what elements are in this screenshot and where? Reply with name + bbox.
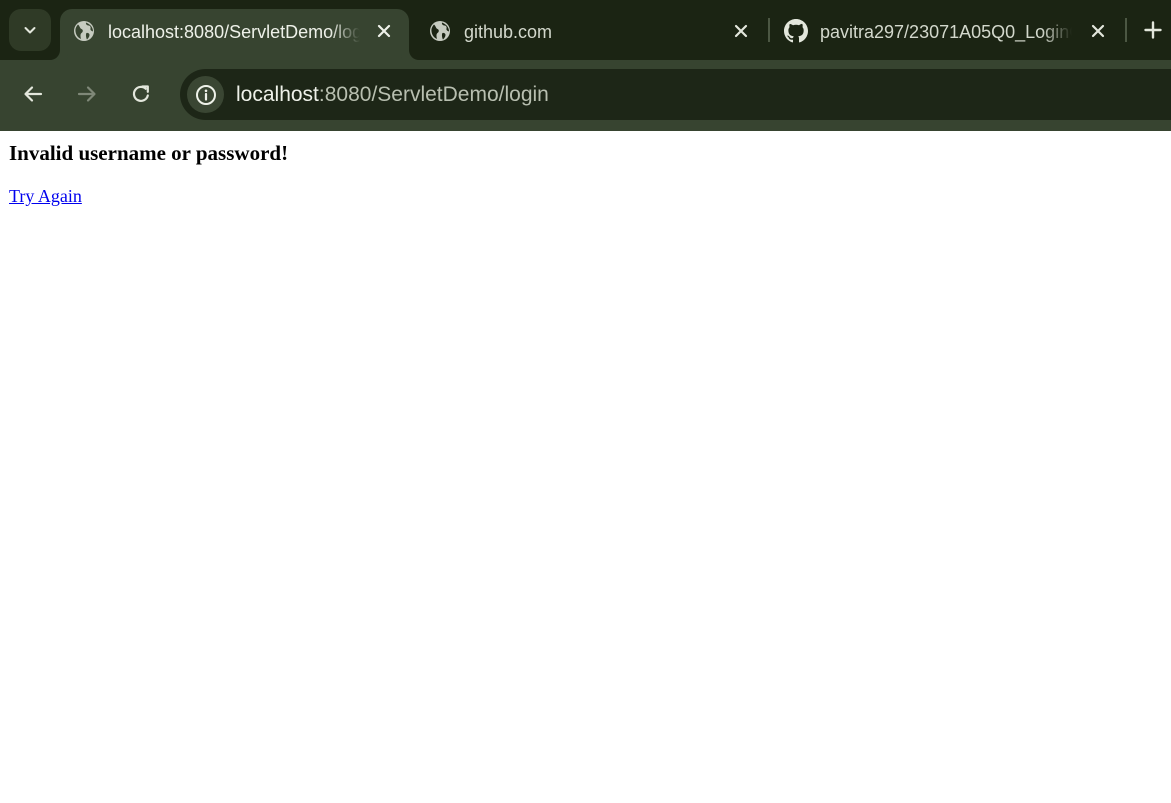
tab-title: github.com xyxy=(464,22,553,42)
address-bar[interactable]: localhost:8080/ServletDemo/login xyxy=(180,69,1171,120)
tab-search-button[interactable] xyxy=(9,9,51,51)
arrow-right-icon xyxy=(77,86,96,102)
browser-window: localhost:8080/ServletDemo/login github.… xyxy=(0,0,1171,803)
page-content: Invalid username or password! Try Again xyxy=(0,131,1171,803)
globe-icon xyxy=(430,21,450,41)
try-again-link[interactable]: Try Again xyxy=(9,184,82,208)
new-tab-button[interactable] xyxy=(1138,15,1168,45)
github-icon xyxy=(784,19,808,43)
tab-localhost-login[interactable]: localhost:8080/ServletDemo/login xyxy=(60,9,409,60)
url-text[interactable]: localhost:8080/ServletDemo/login xyxy=(236,81,549,108)
error-heading: Invalid username or password! xyxy=(9,141,289,165)
tab-separator xyxy=(768,18,770,42)
reload-button[interactable] xyxy=(123,76,159,112)
url-host: localhost xyxy=(236,83,319,106)
tab-github[interactable]: github.com xyxy=(416,9,766,60)
site-info-button[interactable] xyxy=(187,76,224,113)
tab-close-button[interactable] xyxy=(729,19,753,43)
tab-github-repo[interactable]: pavitra297/23071A05Q0_LoginController xyxy=(772,9,1120,60)
tab-close-button[interactable] xyxy=(1086,19,1110,43)
reload-icon xyxy=(132,85,149,102)
tab-title: localhost:8080/ServletDemo/login xyxy=(108,22,360,42)
forward-button[interactable] xyxy=(69,76,105,112)
info-icon xyxy=(195,84,216,105)
tab-title: pavitra297/23071A05Q0_LoginController xyxy=(820,22,1072,42)
plus-icon xyxy=(1144,21,1162,39)
arrow-left-icon xyxy=(24,86,43,102)
tab-strip: localhost:8080/ServletDemo/login github.… xyxy=(0,0,1171,60)
chevron-down-icon xyxy=(24,27,36,34)
tab-separator xyxy=(1125,18,1127,42)
close-icon xyxy=(1091,24,1105,38)
close-icon xyxy=(734,24,748,38)
url-path: :8080/ServletDemo/login xyxy=(318,83,549,106)
close-icon xyxy=(377,24,391,38)
browser-toolbar: localhost:8080/ServletDemo/login xyxy=(0,60,1171,131)
tab-close-button[interactable] xyxy=(372,19,396,43)
back-button[interactable] xyxy=(15,76,51,112)
globe-icon xyxy=(74,21,94,41)
